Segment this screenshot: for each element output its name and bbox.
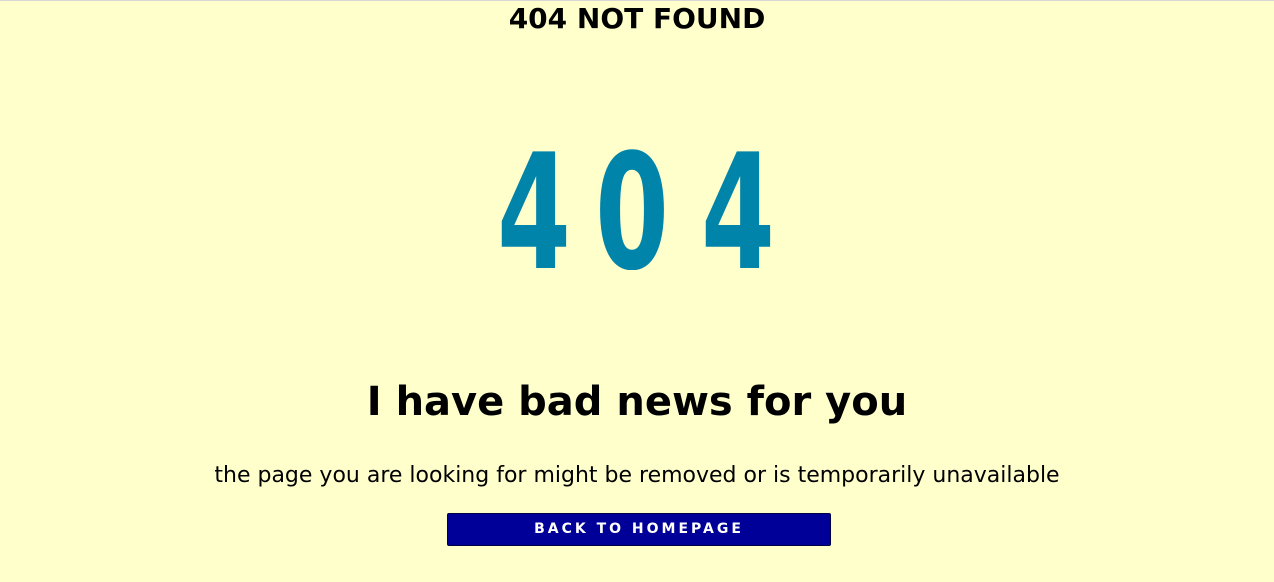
code-digit-1: 4 — [497, 146, 571, 270]
error-code-digits: 4 0 4 — [497, 146, 775, 270]
headline: I have bad news for you — [366, 379, 908, 425]
back-to-homepage-button[interactable]: BACK TO HOMEPAGE — [447, 513, 831, 546]
error-message: the page you are looking for might be re… — [214, 463, 1060, 488]
error-code-graphic: 4 0 4 — [0, 146, 1274, 270]
code-digit-3: 4 — [701, 146, 775, 270]
page-title: 404 NOT FOUND — [508, 2, 766, 35]
top-border — [0, 0, 1274, 1]
code-digit-2: 0 — [595, 146, 669, 270]
